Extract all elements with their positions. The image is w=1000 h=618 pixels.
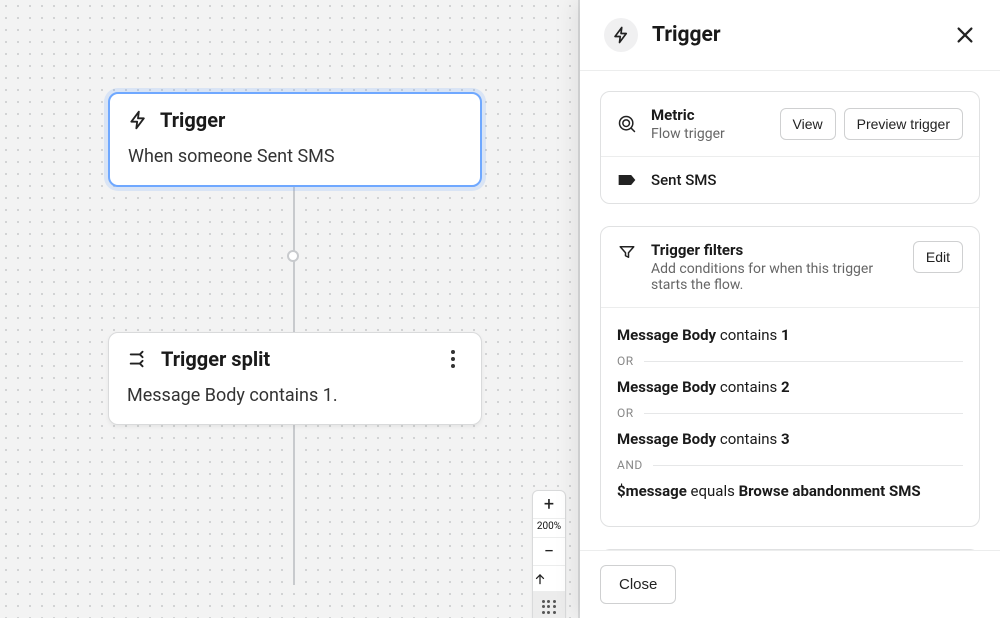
filter-icon (617, 241, 637, 261)
trigger-side-panel: Trigger Metric Flow trigger View (580, 0, 1000, 618)
more-vertical-icon (443, 350, 463, 368)
trigger-card-title: Trigger (160, 108, 225, 132)
metric-subtitle: Flow trigger (651, 126, 725, 142)
more-menu-button[interactable] (443, 350, 463, 368)
metric-event-name: Sent SMS (651, 171, 716, 189)
panel-header-icon-chip (604, 18, 638, 52)
trigger-split-card[interactable]: Trigger split Message Body contains 1. (108, 332, 482, 425)
metric-title: Metric (651, 106, 725, 124)
metric-icon (617, 114, 637, 134)
filter-row: Message Body contains 3 (617, 422, 963, 456)
zoom-out-button[interactable]: − (533, 537, 565, 565)
flow-canvas[interactable]: Trigger When someone Sent SMS Trigger sp… (0, 0, 580, 618)
close-button[interactable]: Close (600, 565, 676, 604)
view-metric-button[interactable]: View (780, 108, 836, 140)
grid-icon (542, 600, 556, 614)
grid-toggle-button[interactable] (533, 591, 565, 618)
fit-view-button[interactable] (533, 565, 565, 591)
panel-header: Trigger (580, 0, 1000, 71)
bolt-icon (128, 109, 148, 131)
panel-body: Metric Flow trigger View Preview trigger… (580, 71, 1000, 550)
zoom-level: 200% (533, 518, 565, 537)
bolt-icon (612, 25, 630, 45)
connector-node[interactable] (287, 250, 299, 262)
filter-separator: OR (617, 404, 963, 422)
filter-row: Message Body contains 1 (617, 318, 963, 352)
filter-separator: AND (617, 456, 963, 474)
arrow-up-icon (533, 571, 565, 587)
trigger-filters-card: Trigger filters Add conditions for when … (600, 226, 980, 527)
panel-footer: Close (580, 550, 1000, 618)
split-icon (127, 348, 149, 370)
close-icon (954, 24, 976, 46)
trigger-card[interactable]: Trigger When someone Sent SMS (108, 92, 482, 187)
filter-row: $message equals Browse abandonment SMS (617, 474, 963, 508)
panel-title: Trigger (652, 23, 721, 47)
split-card-title: Trigger split (161, 347, 270, 371)
canvas-controls: + 200% − (532, 490, 566, 618)
metric-card: Metric Flow trigger View Preview trigger… (600, 91, 980, 204)
filter-row: Message Body contains 2 (617, 370, 963, 404)
trigger-filters-title: Trigger filters (651, 241, 891, 259)
trigger-card-desc: When someone Sent SMS (128, 146, 462, 167)
split-card-desc: Message Body contains 1. (127, 385, 463, 406)
minus-icon: − (544, 541, 554, 562)
event-tag-icon (617, 172, 637, 188)
filter-separator: OR (617, 352, 963, 370)
zoom-in-button[interactable]: + (533, 491, 565, 518)
trigger-filters-list: Message Body contains 1 OR Message Body … (601, 307, 979, 526)
preview-trigger-button[interactable]: Preview trigger (844, 108, 963, 140)
edit-filters-button[interactable]: Edit (913, 241, 963, 273)
close-panel-button[interactable] (954, 24, 976, 46)
plus-icon: + (544, 494, 554, 515)
trigger-filters-subtitle: Add conditions for when this trigger sta… (651, 261, 891, 293)
